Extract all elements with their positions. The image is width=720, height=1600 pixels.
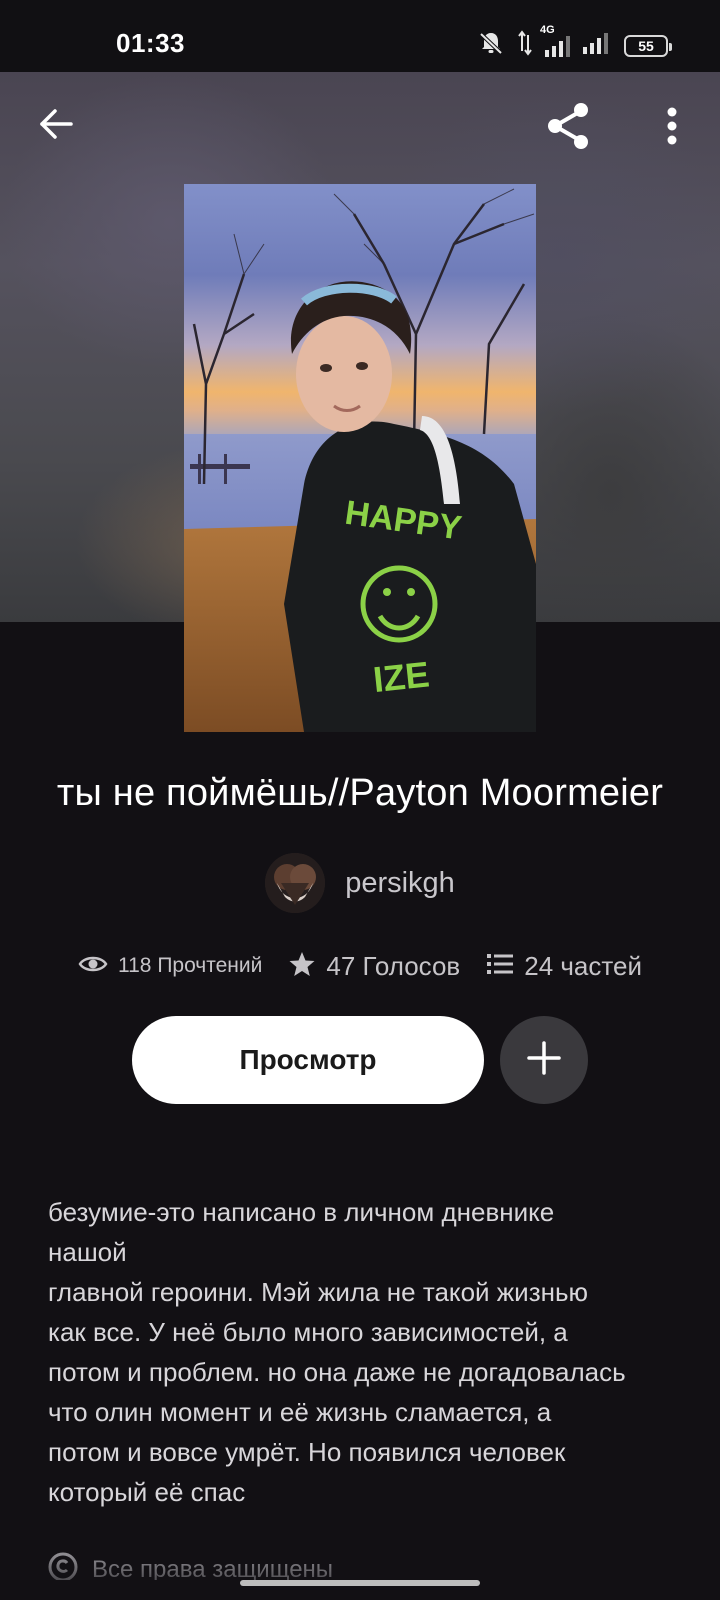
back-button[interactable] (26, 96, 86, 156)
description-line: безумие-это написано в личном дневнике (48, 1197, 555, 1227)
status-icons: 4G 55 (476, 24, 672, 63)
signal-icon (582, 31, 612, 60)
arrow-left-icon (37, 105, 75, 148)
description-line: нашой (48, 1237, 127, 1267)
battery-icon: 55 (624, 34, 672, 57)
copyright-row: Все права защищены (48, 1552, 333, 1580)
story-actions: Просмотр (0, 1016, 720, 1104)
bell-muted-icon (476, 28, 506, 63)
description-line: потом и проблем. но она даже не догадова… (48, 1357, 626, 1387)
description-line: что олин момент и её жизнь сламается, а (48, 1397, 552, 1427)
parts-count[interactable]: 24 частей (524, 951, 642, 982)
votes-count: 47 Голосов (326, 950, 461, 981)
home-indicator[interactable] (240, 1580, 480, 1586)
star-icon (288, 950, 316, 983)
description-line: главной героини. Мэй жила не такой жизнь… (48, 1277, 589, 1307)
add-to-library-button[interactable] (500, 1016, 588, 1104)
status-bar: 01:33 4G 55 (0, 0, 720, 72)
svg-text:IZE: IZE (371, 653, 431, 700)
author-name[interactable]: persikgh (345, 867, 455, 900)
story-stats: 118 Прочтений 47 Голосов 24 частей (0, 946, 720, 986)
story-title: ты не поймёшь//Payton Moormeier (56, 772, 664, 814)
story-details-screen: 01:33 4G 55 HAPPY IZE ты не поймёшь//Pay… (0, 0, 720, 1600)
network-type-label: 4G (540, 23, 555, 36)
read-button[interactable]: Просмотр (132, 1016, 484, 1104)
eye-icon (78, 953, 108, 980)
story-cover-image[interactable]: HAPPY IZE (184, 184, 536, 732)
list-icon (486, 951, 514, 982)
more-options-button[interactable] (642, 98, 702, 158)
description-line: как все. У неё было много зависимостей, … (48, 1317, 568, 1347)
data-transfer-icon (518, 29, 532, 62)
share-button[interactable] (538, 98, 598, 158)
author-avatar[interactable] (265, 853, 326, 913)
signal-4g-icon: 4G (540, 24, 570, 58)
plus-icon (526, 1040, 562, 1081)
more-vertical-icon (666, 106, 678, 151)
reads-count: 118 Прочтений (118, 954, 263, 977)
description-line: потом и вовсе умрёт. Но появился человек (48, 1437, 566, 1467)
story-description: безумие-это написано в личном дневнике н… (48, 1192, 688, 1512)
copyright-icon (48, 1552, 78, 1580)
copyright-text: Все права защищены (92, 1556, 334, 1580)
description-line: который её спас (48, 1477, 246, 1507)
share-icon (541, 99, 595, 158)
author-row[interactable]: persikgh (0, 850, 720, 916)
votes-stat: 47 Голосов (288, 950, 460, 983)
reads-stat: 118 Прочтений (78, 953, 262, 980)
status-time: 01:33 (116, 28, 185, 58)
battery-level: 55 (638, 37, 654, 54)
parts-stat[interactable]: 24 частей (486, 951, 642, 982)
